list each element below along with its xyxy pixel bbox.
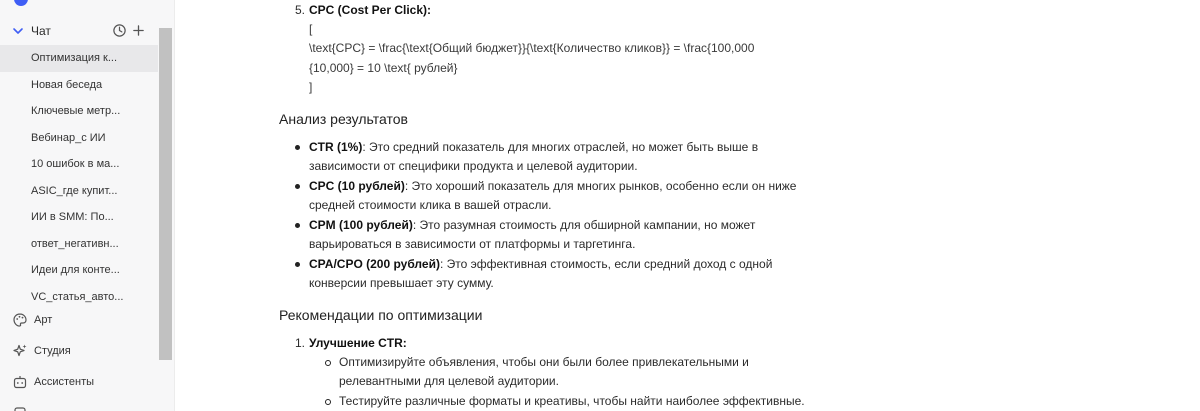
bullet-dot: [295, 223, 300, 228]
sub-bullet-circle: [325, 399, 331, 405]
bot-icon: [13, 376, 27, 389]
analysis-item-2-cont: средней стоимости клика в вашей отрасли.: [309, 198, 552, 212]
chat-list-item[interactable]: 10 ошибок в ма...: [0, 151, 158, 178]
chat-list-item[interactable]: Идеи для конте...: [0, 257, 158, 284]
chat-message-content: 5. CPC (Cost Per Click): [ \text{CPC} = …: [175, 0, 1200, 411]
analysis-term: CTR (1%): [309, 140, 363, 154]
app-logo[interactable]: [14, 0, 28, 6]
bullet-dot: [295, 145, 300, 150]
chat-list-item[interactable]: Вебинар_с ИИ: [0, 125, 158, 152]
recommendation-sub-2: Тестируйте различные форматы и креативы,…: [339, 394, 805, 408]
analysis-text: : Это средний показатель для многих отра…: [362, 140, 759, 154]
analysis-term: CPM (100 рублей): [309, 218, 413, 232]
analysis-item-4-cont: конверсии превышает эту сумму.: [309, 276, 494, 290]
history-clock-icon[interactable]: [112, 23, 127, 38]
analysis-item-1: CTR (1%): Это средний показатель для мно…: [309, 140, 758, 154]
analysis-text: : Это эффективная стоимость, если средни…: [439, 257, 773, 271]
analysis-item-4: CPA/CPO (200 рублей): Это эффективная ст…: [309, 257, 772, 271]
latex-open-bracket: [: [309, 22, 313, 36]
new-chat-plus-icon[interactable]: [132, 24, 145, 37]
chat-section-label: Чат: [31, 24, 51, 38]
analysis-item-3-cont: варьироваться в зависимости от платформы…: [309, 237, 636, 251]
chevron-down-icon[interactable]: [12, 25, 24, 37]
latex-formula-line-1: \text{CPC} = \frac{\text{Общий бюджет}}{…: [309, 41, 755, 55]
analysis-term: CPC (10 рублей): [309, 179, 405, 193]
recommendation-title: Улучшение CTR:: [309, 336, 407, 350]
analysis-text: : Это разумная стоимость для обширной ка…: [412, 218, 756, 232]
sidebar-scrollbar[interactable]: [159, 28, 172, 360]
sidebar: Чат Оптимизация к... Новая беседа Ключев…: [0, 0, 175, 411]
sub-bullet-circle: [325, 360, 331, 366]
analysis-term: CPA/CPO (200 рублей): [309, 257, 440, 271]
nav-icon-partial: [14, 407, 26, 411]
recommendations-heading: Рекомендации по оптимизации: [279, 307, 483, 323]
sparkle-icon: [13, 344, 27, 357]
bullet-dot: [295, 262, 300, 267]
analysis-item-1-cont: зависимости от специфики продукта и целе…: [309, 159, 638, 173]
recommendation-sub-1-cont: релевантными для целевой аудитории.: [339, 374, 559, 388]
nav-item-art[interactable]: Арт: [0, 308, 158, 332]
nav-label-art: Арт: [34, 314, 53, 326]
chat-list-item[interactable]: ASIC_где купит...: [0, 178, 158, 205]
analysis-heading: Анализ результатов: [279, 111, 408, 127]
latex-close-bracket: ]: [309, 80, 313, 94]
chat-list-item[interactable]: VC_статья_авто...: [0, 284, 158, 311]
chat-list-item[interactable]: Ключевые метр...: [0, 98, 158, 125]
chat-list-item[interactable]: ответ_негативн...: [0, 231, 158, 258]
nav-label-studio: Студия: [34, 345, 71, 357]
palette-icon: [13, 313, 27, 327]
latex-formula-line-2: {10,000} = 10 \text{ рублей}: [309, 61, 458, 75]
chat-section-header[interactable]: Чат: [0, 16, 158, 46]
nav-item-assistants[interactable]: Ассистенты: [0, 370, 158, 394]
nav-label-assistants: Ассистенты: [34, 376, 95, 388]
chat-list-item[interactable]: Новая беседа: [0, 72, 158, 99]
analysis-item-2: CPC (10 рублей): Это хороший показатель …: [309, 179, 796, 193]
list-number: 5.: [295, 3, 306, 17]
analysis-item-3: CPM (100 рублей): Это разумная стоимость…: [309, 218, 755, 232]
chat-list-item[interactable]: ИИ в SMM: По...: [0, 204, 158, 231]
nav-item-studio[interactable]: Студия: [0, 339, 158, 363]
bullet-dot: [295, 184, 300, 189]
nav-item-partial[interactable]: [0, 401, 158, 411]
chat-list: Оптимизация к... Новая беседа Ключевые м…: [0, 45, 158, 310]
chat-list-item-active[interactable]: Оптимизация к...: [0, 45, 158, 72]
analysis-text: : Это хороший показатель для многих рынк…: [404, 179, 797, 193]
list-number: 1.: [295, 336, 306, 350]
recommendation-sub-1: Оптимизируйте объявления, чтобы они были…: [339, 355, 749, 369]
cpc-title: CPC (Cost Per Click):: [309, 3, 432, 17]
